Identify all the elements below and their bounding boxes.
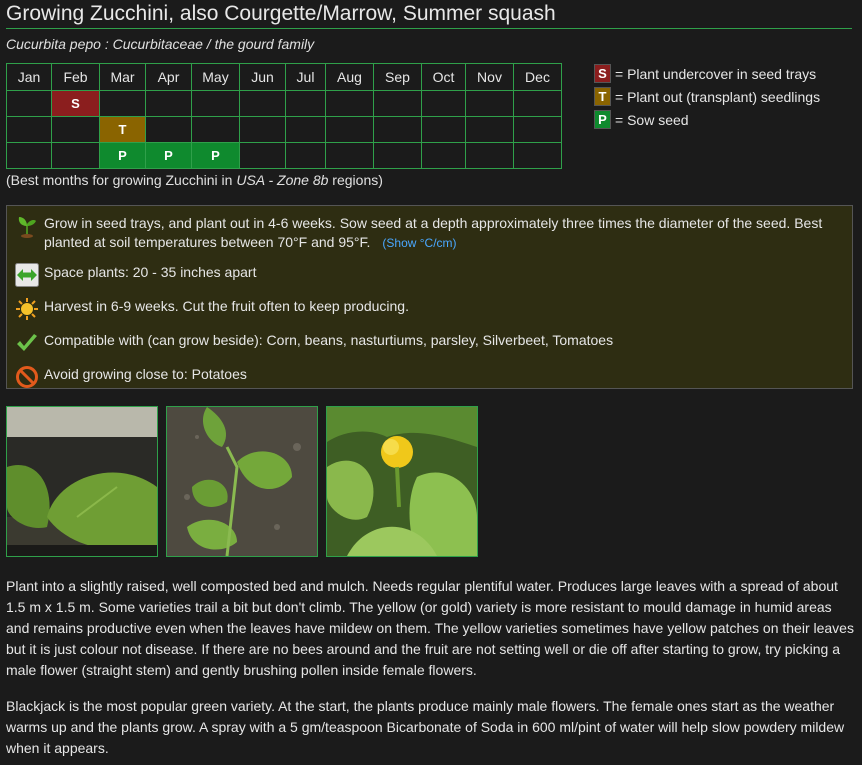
legend-badge: T: [594, 87, 611, 106]
calendar-cell: P: [99, 142, 146, 169]
calendar-mark-p: P: [192, 143, 239, 168]
month-header-mar: Mar: [99, 63, 146, 91]
month-header-jun: Jun: [239, 63, 286, 91]
zucchini-seedling-photo[interactable]: [6, 406, 158, 557]
tip-spacing-text: Space plants: 20 - 35 inches apart: [44, 264, 257, 280]
calendar-cell: [6, 116, 52, 143]
zucchini-young-plant-photo[interactable]: [166, 406, 318, 557]
calendar-cell: [421, 142, 466, 169]
calendar-cell: [373, 142, 422, 169]
calendar-cell: [325, 142, 374, 169]
tip-harvest-text: Harvest in 6-9 weeks. Cut the fruit ofte…: [44, 298, 409, 314]
calendar-row: S: [6, 90, 562, 117]
page-title: Growing Zucchini, also Courgette/Marrow,…: [6, 0, 852, 29]
calendar-mark-p: P: [146, 143, 191, 168]
month-header-may: May: [191, 63, 240, 91]
growing-notes-paragraph: Plant into a slightly raised, well compo…: [6, 578, 854, 678]
calendar-cell: [239, 90, 286, 117]
legend-badge: P: [594, 110, 611, 129]
calendar-cell: [99, 90, 146, 117]
zucchini-flower-photo[interactable]: [326, 406, 478, 557]
legend-label: = Sow seed: [615, 111, 689, 128]
no-entry-icon: [15, 365, 39, 389]
calendar-cell: [325, 116, 374, 143]
calendar-mark-p: P: [100, 143, 145, 168]
planting-calendar: Jan Feb Mar Apr May Jun Jul Aug Sep Oct Nov Dec STP…: [6, 63, 562, 169]
month-header-oct: Oct: [421, 63, 466, 91]
botanical-name: Cucurbita pepo : Cucurbitaceae / the gou…: [6, 36, 315, 52]
calendar-cell: [465, 142, 514, 169]
calendar-row: PPP: [6, 142, 562, 169]
calendar-cell: [239, 142, 286, 169]
month-header-aug: Aug: [325, 63, 374, 91]
calendar-cell: [191, 116, 240, 143]
tip-compatible: Compatible with (can grow beside): Corn,…: [15, 331, 842, 355]
seedling-icon: [15, 214, 39, 238]
calendar-cell: [51, 116, 100, 143]
month-header-jan: Jan: [6, 63, 52, 91]
tip-spacing: Space plants: 20 - 35 inches apart: [15, 263, 842, 287]
month-header-dec: Dec: [513, 63, 562, 91]
tip-harvest: Harvest in 6-9 weeks. Cut the fruit ofte…: [15, 297, 842, 321]
calendar-cell: [421, 116, 466, 143]
calendar-cell: [191, 90, 240, 117]
checkmark-icon: [15, 331, 39, 355]
legend-item-s: S = Plant undercover in seed trays: [594, 62, 820, 85]
calendar-cell: T: [99, 116, 146, 143]
legend-item-t: T = Plant out (transplant) seedlings: [594, 85, 820, 108]
calendar-cell: P: [145, 142, 192, 169]
calendar-cell: [51, 142, 100, 169]
month-header-apr: Apr: [145, 63, 192, 91]
tip-avoid-text: Avoid growing close to: Potatoes: [44, 366, 247, 382]
calendar-cell: P: [191, 142, 240, 169]
calendar-cell: S: [51, 90, 100, 117]
calendar-legend: S = Plant undercover in seed trays T = P…: [594, 62, 820, 131]
calendar-cell: [513, 116, 562, 143]
calendar-cell: [6, 90, 52, 117]
calendar-cell: [239, 116, 286, 143]
calendar-cell: [145, 116, 192, 143]
legend-label: = Plant undercover in seed trays: [615, 65, 817, 82]
show-metric-units-link[interactable]: (Show °C/cm): [382, 236, 456, 250]
tip-compatible-text: Compatible with (can grow beside): Corn,…: [44, 332, 614, 348]
tip-sowing: Grow in seed trays, and plant out in 4-6…: [15, 214, 842, 253]
growing-tips-panel: Grow in seed trays, and plant out in 4-6…: [6, 205, 853, 389]
tip-avoid: Avoid growing close to: Potatoes: [15, 365, 842, 389]
photo-gallery: [6, 406, 486, 557]
month-header-sep: Sep: [373, 63, 422, 91]
calendar-cell: [465, 116, 514, 143]
calendar-cell: [325, 90, 374, 117]
month-header-feb: Feb: [51, 63, 100, 91]
calendar-cell: [373, 90, 422, 117]
month-header-jul: Jul: [285, 63, 326, 91]
legend-badge: S: [594, 64, 611, 83]
calendar-cell: [465, 90, 514, 117]
double-arrow-icon: [15, 263, 39, 287]
calendar-cell: [513, 142, 562, 169]
calendar-cell: [373, 116, 422, 143]
calendar-caption: (Best months for growing Zucchini in USA…: [6, 172, 383, 188]
calendar-cell: [285, 90, 326, 117]
sun-icon: [15, 297, 39, 321]
month-header-nov: Nov: [465, 63, 514, 91]
variety-notes-paragraph: Blackjack is the most popular green vari…: [6, 698, 845, 756]
calendar-row: T: [6, 116, 562, 143]
calendar-cell: [6, 142, 52, 169]
calendar-cell: [145, 90, 192, 117]
calendar-mark-s: S: [52, 91, 99, 116]
legend-item-p: P = Sow seed: [594, 108, 820, 131]
calendar-mark-t: T: [100, 117, 145, 142]
calendar-cell: [513, 90, 562, 117]
calendar-cell: [285, 142, 326, 169]
calendar-cell: [421, 90, 466, 117]
calendar-cell: [285, 116, 326, 143]
legend-label: = Plant out (transplant) seedlings: [615, 88, 821, 105]
